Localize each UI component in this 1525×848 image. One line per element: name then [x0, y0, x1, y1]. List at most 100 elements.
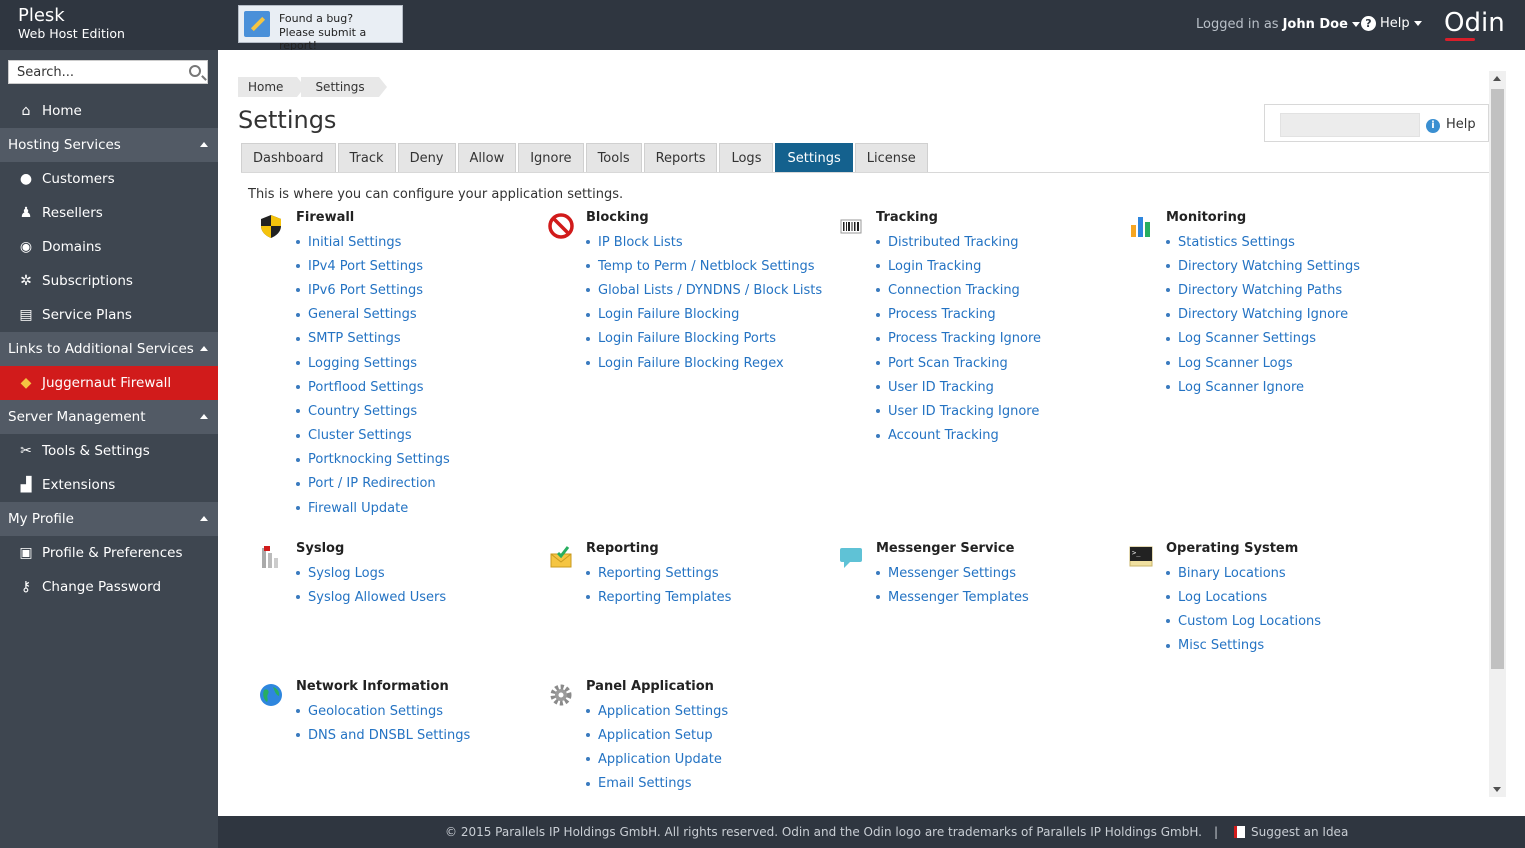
scroll-up-icon[interactable] [1493, 76, 1501, 81]
collapse-icon[interactable] [200, 516, 208, 521]
settings-link[interactable]: DNS and DNSBL Settings [308, 728, 470, 743]
tab-settings[interactable]: Settings [775, 143, 853, 173]
settings-link[interactable]: SMTP Settings [308, 331, 401, 346]
settings-link[interactable]: Syslog Allowed Users [308, 590, 446, 605]
settings-link[interactable]: Directory Watching Settings [1178, 259, 1360, 274]
settings-link[interactable]: IPv6 Port Settings [308, 283, 423, 298]
tab-allow[interactable]: Allow [457, 143, 517, 173]
info-icon[interactable]: i [1426, 119, 1440, 133]
search-input[interactable]: Search... [8, 60, 208, 84]
tab-tools[interactable]: Tools [585, 143, 642, 173]
settings-link[interactable]: Logging Settings [308, 356, 417, 371]
tab-ignore[interactable]: Ignore [518, 143, 584, 173]
help-menu[interactable]: ? Help [1361, 16, 1422, 31]
tab-reports[interactable]: Reports [643, 143, 718, 173]
settings-link[interactable]: Country Settings [308, 404, 417, 419]
brand-edition: Web Host Edition [18, 26, 125, 41]
settings-link[interactable]: User ID Tracking Ignore [888, 404, 1039, 419]
sidebar-item-change-password[interactable]: ⚷ Change Password [0, 570, 218, 604]
sidebar-item-domains[interactable]: ◉ Domains [0, 230, 218, 264]
settings-link[interactable]: Portknocking Settings [308, 452, 450, 467]
suggest-idea-link[interactable]: Suggest an Idea [1251, 825, 1348, 839]
settings-link[interactable]: Initial Settings [308, 235, 401, 250]
settings-link[interactable]: Messenger Templates [888, 590, 1029, 605]
collapse-icon[interactable] [200, 414, 208, 419]
settings-link[interactable]: Login Tracking [888, 259, 981, 274]
settings-link[interactable]: Syslog Logs [308, 566, 385, 581]
settings-link[interactable]: Binary Locations [1178, 566, 1286, 581]
collapse-icon[interactable] [200, 142, 208, 147]
settings-link[interactable]: Login Failure Blocking Ports [598, 331, 776, 346]
settings-link[interactable]: Log Scanner Settings [1178, 331, 1316, 346]
sidebar-section-hosting[interactable]: Hosting Services [0, 128, 218, 162]
sidebar-item-customers[interactable]: ● Customers [0, 162, 218, 196]
tab-logs[interactable]: Logs [719, 143, 774, 173]
sidebar-item-service-plans[interactable]: ▤ Service Plans [0, 298, 218, 332]
bullet-icon [1166, 571, 1170, 576]
settings-link[interactable]: Messenger Settings [888, 566, 1016, 581]
settings-link[interactable]: Custom Log Locations [1178, 614, 1321, 629]
tab-deny[interactable]: Deny [397, 143, 456, 173]
settings-link[interactable]: Firewall Update [308, 501, 408, 516]
settings-link[interactable]: IP Block Lists [598, 235, 683, 250]
settings-link[interactable]: Misc Settings [1178, 638, 1264, 653]
settings-link[interactable]: Login Failure Blocking Regex [598, 356, 784, 371]
link-list: Statistics Settings Directory Watching S… [1166, 230, 1360, 399]
settings-link[interactable]: Application Settings [598, 704, 728, 719]
sidebar-item-profile-preferences[interactable]: ▣ Profile & Preferences [0, 536, 218, 570]
collapse-icon[interactable] [200, 346, 208, 351]
sidebar-item-tools-settings[interactable]: ✂ Tools & Settings [0, 434, 218, 468]
vertical-scrollbar[interactable] [1489, 71, 1506, 797]
settings-link[interactable]: Cluster Settings [308, 428, 412, 443]
settings-link[interactable]: Port Scan Tracking [888, 356, 1008, 371]
report-bug-button[interactable]: Found a bug? Please submit a report! [238, 5, 403, 52]
settings-link[interactable]: General Settings [308, 307, 417, 322]
help-search-field[interactable] [1280, 113, 1420, 137]
sidebar-section-server-management[interactable]: Server Management [0, 400, 218, 434]
settings-link[interactable]: Distributed Tracking [888, 235, 1019, 250]
settings-link[interactable]: User ID Tracking [888, 380, 994, 395]
sidebar-section-additional-services[interactable]: Links to Additional Services [0, 332, 218, 366]
settings-link[interactable]: Email Settings [598, 776, 692, 791]
settings-link[interactable]: Login Failure Blocking [598, 307, 739, 322]
sidebar-item-juggernaut-firewall[interactable]: ◆ Juggernaut Firewall [0, 366, 218, 400]
settings-link[interactable]: Log Locations [1178, 590, 1267, 605]
settings-link[interactable]: Port / IP Redirection [308, 476, 436, 491]
search-icon[interactable] [189, 65, 201, 77]
sidebar-section-my-profile[interactable]: My Profile [0, 502, 218, 536]
scroll-thumb[interactable] [1491, 89, 1504, 669]
breadcrumb-settings[interactable]: Settings [301, 77, 387, 97]
settings-link[interactable]: Application Update [598, 752, 722, 767]
breadcrumb-home[interactable]: Home [238, 77, 306, 97]
settings-link[interactable]: Process Tracking [888, 307, 996, 322]
settings-link[interactable]: Reporting Templates [598, 590, 731, 605]
settings-link[interactable]: Process Tracking Ignore [888, 331, 1041, 346]
settings-link[interactable]: Application Setup [598, 728, 713, 743]
tab-track[interactable]: Track [337, 143, 396, 173]
settings-link[interactable]: Directory Watching Ignore [1178, 307, 1348, 322]
settings-link[interactable]: Log Scanner Ignore [1178, 380, 1304, 395]
tab-license[interactable]: License [854, 143, 928, 173]
settings-link[interactable]: Directory Watching Paths [1178, 283, 1342, 298]
settings-link[interactable]: Log Scanner Logs [1178, 356, 1293, 371]
settings-link[interactable]: Geolocation Settings [308, 704, 443, 719]
brand-logo[interactable]: Plesk Web Host Edition [18, 7, 125, 41]
sidebar-item-extensions[interactable]: ▟ Extensions [0, 468, 218, 502]
help-link[interactable]: Help [1446, 117, 1476, 132]
settings-link[interactable]: Statistics Settings [1178, 235, 1295, 250]
settings-link[interactable]: Connection Tracking [888, 283, 1020, 298]
sidebar-item-resellers[interactable]: ♟ Resellers [0, 196, 218, 230]
user-menu[interactable]: John Doe [1283, 17, 1348, 32]
settings-link[interactable]: Portflood Settings [308, 380, 424, 395]
sidebar-item-home[interactable]: ⌂ Home [0, 94, 218, 128]
settings-link[interactable]: Global Lists / DYNDNS / Block Lists [598, 283, 822, 298]
sidebar-item-subscriptions[interactable]: ✲ Subscriptions [0, 264, 218, 298]
settings-link[interactable]: Account Tracking [888, 428, 999, 443]
settings-link[interactable]: Temp to Perm / Netblock Settings [598, 259, 815, 274]
tab-dashboard[interactable]: Dashboard [241, 143, 336, 173]
settings-link[interactable]: IPv4 Port Settings [308, 259, 423, 274]
chevron-down-icon[interactable] [1351, 22, 1360, 27]
scroll-down-icon[interactable] [1493, 787, 1501, 792]
settings-link[interactable]: Reporting Settings [598, 566, 719, 581]
bullet-icon [876, 336, 880, 341]
